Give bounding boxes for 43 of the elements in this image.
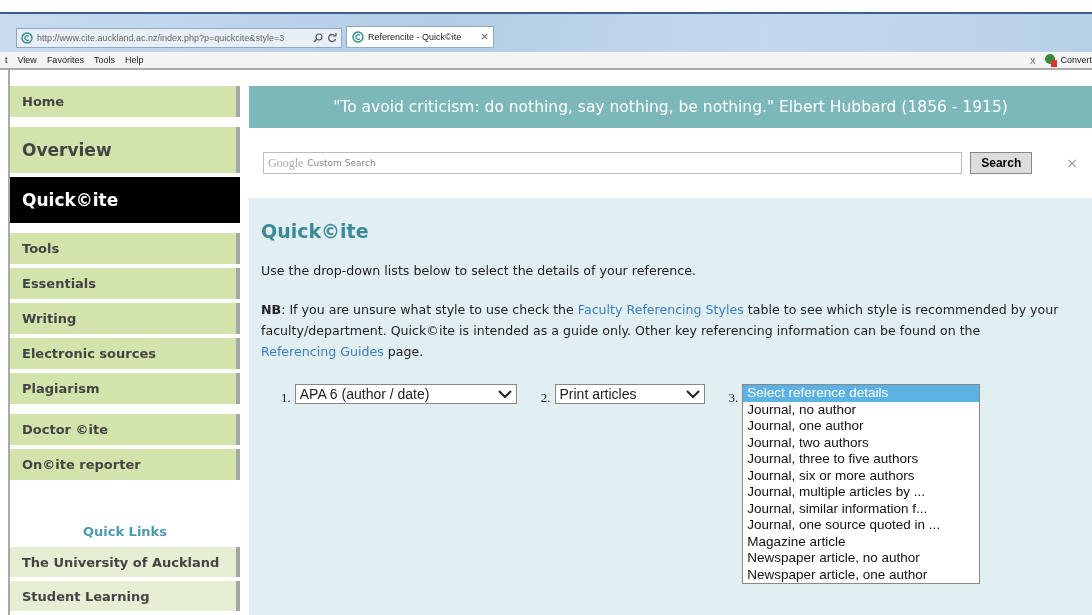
chevron-down-icon — [497, 389, 512, 399]
menu-item[interactable]: Favorites — [41, 54, 89, 65]
sidebar-item[interactable]: Essentials — [10, 268, 240, 299]
quote-banner: "To avoid criticism: do nothing, say nothing, be nothing." Elbert Hubbard (1856 - 1915) — [249, 86, 1092, 128]
step-number: 2. — [540, 390, 551, 406]
search-button[interactable]: Search — [970, 152, 1033, 174]
menu-item[interactable]: Help — [119, 54, 149, 65]
menu-item[interactable]: t — [0, 54, 13, 65]
refresh-icon[interactable] — [327, 32, 337, 43]
sidebar-item[interactable]: Electronic sources — [10, 338, 240, 369]
quick-link[interactable]: The University of Auckland — [10, 547, 240, 577]
quick-links-heading: Quick Links — [82, 524, 168, 539]
menu-item[interactable]: View — [12, 54, 42, 65]
search-icon[interactable] — [313, 32, 323, 43]
sidebar-item[interactable]: Overview — [10, 127, 240, 173]
close-toolbar-button[interactable]: x — [1025, 53, 1041, 66]
text-link[interactable]: Faculty Referencing Styles — [577, 302, 744, 317]
browser-tab[interactable]: Referencite - Quick©ite — [346, 25, 494, 48]
quick-link[interactable]: Student Learning — [10, 581, 240, 611]
chevron-down-icon — [685, 389, 700, 399]
dropdown[interactable]: Print articles — [554, 384, 705, 404]
address-bar[interactable]: http://www.cite.auckland.ac.nz/index.php?p=quickcite&style=3 — [16, 27, 342, 48]
step-number: 1. — [281, 390, 291, 406]
sidebar-item[interactable]: Tools — [10, 233, 240, 264]
text-link[interactable]: Referencing Guides — [261, 344, 384, 359]
sidebar-item[interactable]: Home — [10, 86, 240, 117]
page-heading: Quick©ite — [261, 220, 370, 242]
close-icon[interactable] — [481, 33, 488, 41]
sidebar-item[interactable]: On©ite reporter — [10, 449, 240, 480]
sidebar-item[interactable]: Quick©ite — [10, 177, 240, 223]
convert-button[interactable]: Convert — [1058, 54, 1092, 65]
intro-text: Use the drop-down lists below to select the details of your reference. — [261, 262, 697, 280]
sidebar-item[interactable]: Writing — [10, 303, 240, 334]
sidebar-item[interactable]: Doctor ©ite — [10, 414, 240, 445]
menu-item[interactable]: Tools — [88, 54, 120, 65]
c-logo-icon — [21, 31, 33, 44]
step-number: 3. — [728, 390, 739, 406]
reference-list[interactable] — [742, 384, 981, 584]
dropdown[interactable]: APA 6 (author / date) — [294, 384, 517, 404]
search-field[interactable]: Google Custom Search — [263, 152, 963, 174]
sidebar-item[interactable]: Plagiarism — [10, 373, 240, 404]
note-paragraph: NB: If you are unsure what style to use check the Faculty Referencing Styles table to see which style is recommended by your faculty/department. Quick©ite is intended as a guide only. Other key referencing information can be found on the Referencing Guides page. — [261, 301, 1060, 361]
c-logo-icon — [352, 30, 364, 43]
